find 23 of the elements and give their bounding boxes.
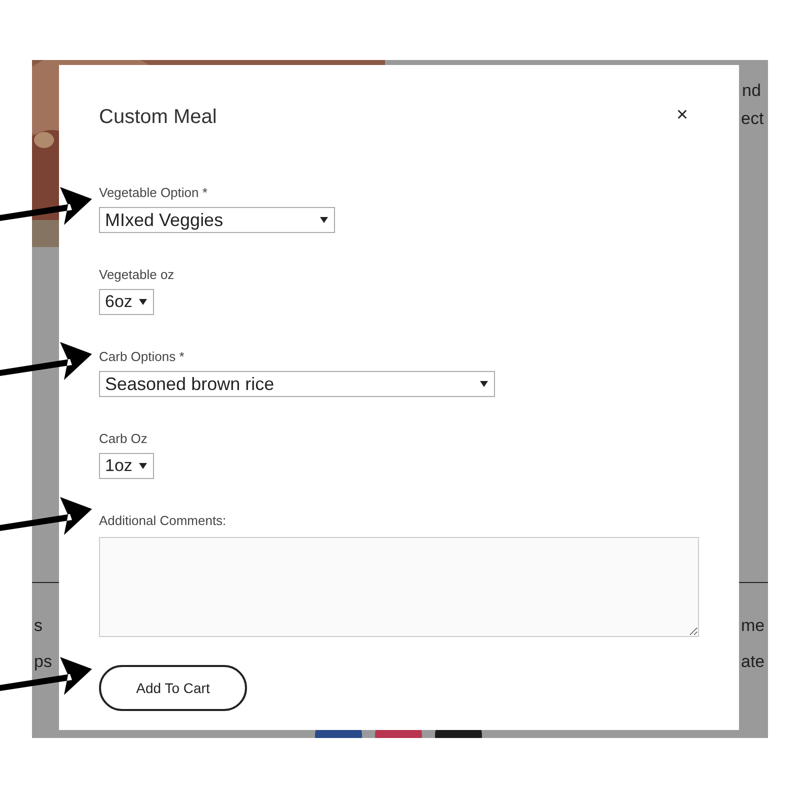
background-text: ate <box>741 652 765 672</box>
caret-icon <box>320 217 328 223</box>
field-label: Carb Options * <box>99 349 184 365</box>
dropdown[interactable]: Seasoned brown rice <box>99 371 495 397</box>
dropdown[interactable]: 6oz <box>99 289 154 315</box>
background-text: ect <box>741 109 764 129</box>
field-label: Vegetable Option * <box>99 185 208 201</box>
background-text: ps <box>34 652 52 672</box>
dropdown[interactable]: 1oz <box>99 453 154 479</box>
add-to-cart-button[interactable]: Add To Cart <box>99 665 247 711</box>
background-text: nd <box>742 81 761 101</box>
background-text: me <box>741 616 765 636</box>
dropdown[interactable]: MIxed Veggies <box>99 207 335 233</box>
background-text: s <box>34 616 42 636</box>
field-label: Carb Oz <box>99 431 148 447</box>
modal-title: Custom Meal <box>99 105 217 129</box>
caret-icon <box>139 463 147 469</box>
caret-icon <box>480 381 488 387</box>
comments-field[interactable] <box>99 537 699 637</box>
caret-icon <box>139 299 147 305</box>
field-label: Vegetable oz <box>99 267 174 283</box>
close-button[interactable]: × <box>676 105 699 129</box>
field-label: Additional Comments: <box>99 513 226 529</box>
